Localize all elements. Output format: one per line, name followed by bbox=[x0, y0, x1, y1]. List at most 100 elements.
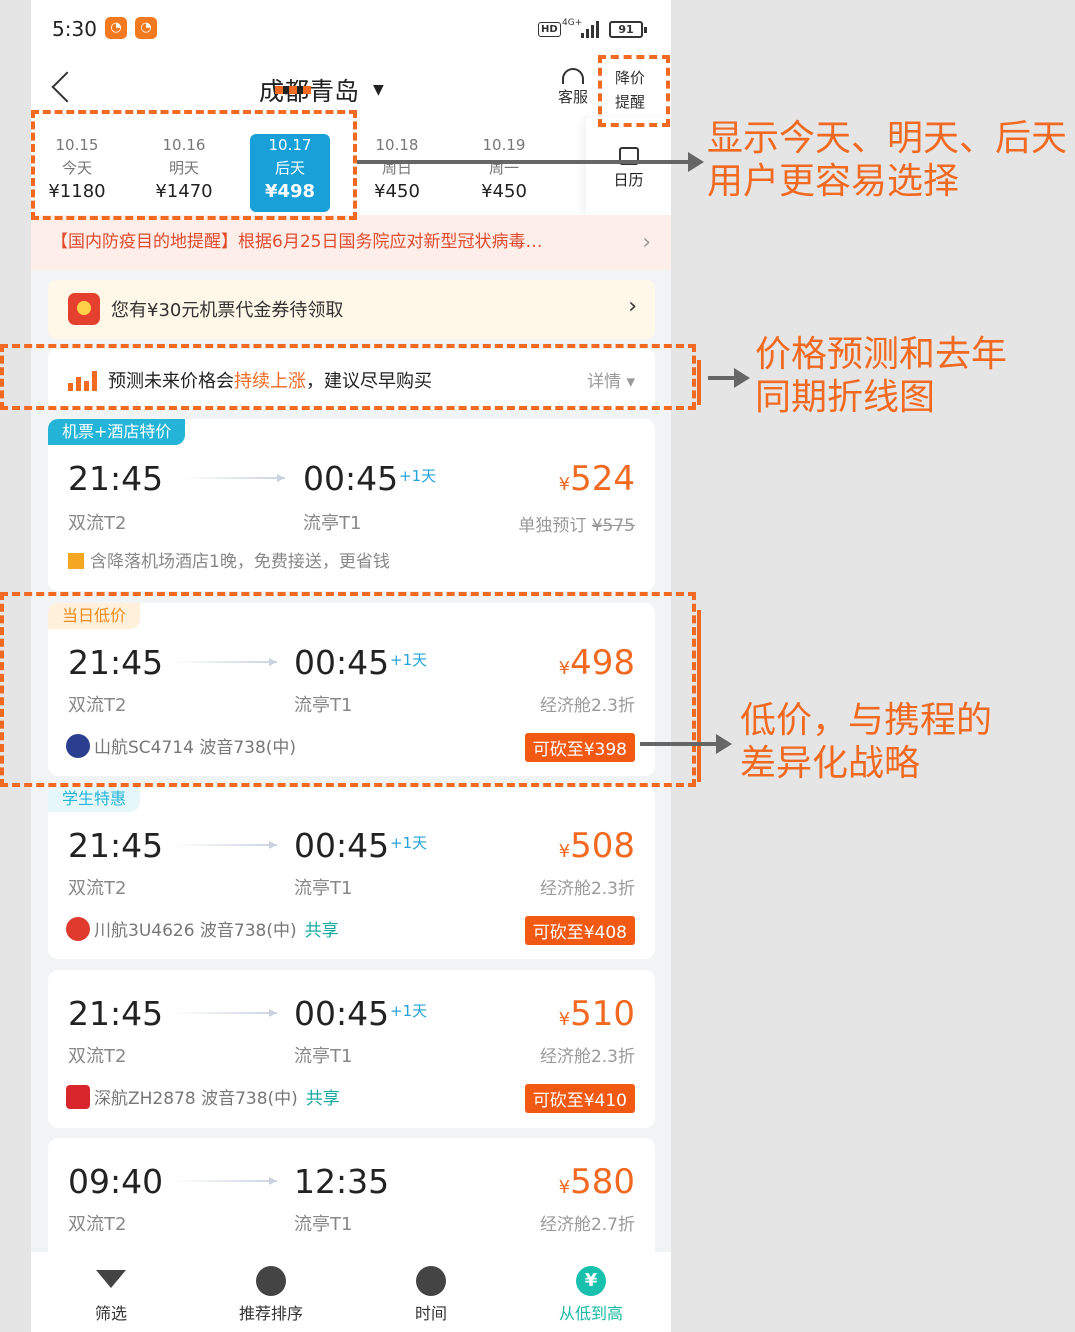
price-alert-label-2: 提醒 bbox=[615, 93, 646, 111]
annotation-text-dates: 显示今天、明天、后天 用户更容易选择 bbox=[707, 118, 1068, 202]
flight-price: ¥498 bbox=[558, 643, 635, 683]
date-tab-today[interactable]: 10.15 今天 ¥1180 bbox=[37, 134, 117, 212]
date-price: ¥450 bbox=[481, 181, 527, 202]
chevron-right-icon: › bbox=[642, 230, 651, 255]
coupon-banner[interactable]: 您有¥30元机票代金券待领取 › bbox=[48, 280, 655, 339]
annotation-text-prediction: 价格预测和去年 同期折线图 bbox=[755, 334, 1008, 418]
flight-arrow bbox=[173, 658, 277, 666]
route-header: 成都 青岛 ▼ 客服 降价 提醒 bbox=[31, 58, 671, 118]
route-selector[interactable]: 成都 青岛 ▼ bbox=[259, 72, 384, 108]
date-label: 10.15 bbox=[55, 136, 99, 154]
flight-card[interactable]: 学生特惠 21:45 00:45 +1天 双流T2 流亭T1 ¥508 经济舱2… bbox=[48, 786, 655, 959]
date-tab-tomorrow[interactable]: 10.16 明天 ¥1470 bbox=[144, 134, 224, 212]
detail-link[interactable]: 详情 ▾ bbox=[587, 367, 635, 392]
customer-service-button[interactable]: 客服 bbox=[556, 68, 590, 107]
filter-icon bbox=[96, 1270, 126, 1288]
flight-arrow bbox=[183, 474, 285, 482]
hd-icon: HD bbox=[538, 22, 561, 37]
arrival-time: 00:45 bbox=[303, 459, 399, 498]
departure-terminal: 双流T2 bbox=[68, 1046, 127, 1067]
back-icon[interactable] bbox=[51, 71, 83, 103]
departure-time: 21:45 bbox=[68, 826, 164, 865]
clock-icon bbox=[416, 1266, 446, 1296]
airline-info: 深航ZH2878 波音738(中) 共享 bbox=[66, 1084, 340, 1109]
flight-arrow bbox=[173, 1009, 277, 1017]
phone-screen: 5:30 ◔ ◔ HD 4G+ 91 成都 青岛 ▼ 客服 降价 提醒 10.1… bbox=[31, 0, 671, 1332]
epidemic-notice[interactable]: 【国内防疫目的地提醒】根据6月25日国务院应对新型冠状病毒… › bbox=[31, 215, 671, 270]
date-price: ¥498 bbox=[264, 181, 316, 202]
departure-terminal: 双流T2 bbox=[68, 513, 127, 534]
codeshare-label: 共享 bbox=[305, 1089, 340, 1109]
tab-time[interactable]: 时间 bbox=[381, 1266, 481, 1324]
date-label: 10.17 bbox=[268, 136, 312, 154]
cabin-discount: 经济舱2.3折 bbox=[539, 696, 635, 716]
annotation-bracket bbox=[697, 360, 701, 405]
annotation-bracket bbox=[697, 610, 701, 782]
arrival-terminal: 流亭T1 bbox=[294, 1046, 353, 1067]
flight-arrow bbox=[173, 1177, 277, 1185]
flight-price: ¥510 bbox=[558, 994, 635, 1034]
origin-city: 成都 bbox=[259, 77, 310, 106]
trend-chart-icon bbox=[68, 367, 97, 391]
prediction-text: 预测未来价格会持续上涨，建议尽早购买 bbox=[108, 371, 432, 392]
calendar-button[interactable]: 日历 bbox=[586, 118, 671, 215]
bottom-tab-bar: 筛选 推荐排序 时间 ¥ 从低到高 bbox=[31, 1252, 671, 1332]
arrival-time: 00:45 bbox=[294, 826, 390, 865]
tab-price-low-to-high[interactable]: ¥ 从低到高 bbox=[541, 1266, 641, 1324]
original-price: ¥575 bbox=[591, 516, 635, 536]
cabin-discount: 经济舱2.7折 bbox=[539, 1215, 635, 1235]
flight-card[interactable]: 09:40 12:35 双流T2 流亭T1 ¥580 经济舱2.7折 bbox=[48, 1138, 655, 1268]
arrival-terminal: 流亭T1 bbox=[303, 513, 362, 534]
flight-card[interactable]: 机票+酒店特价 21:45 00:45 +1天 双流T2 流亭T1 ¥524 单… bbox=[48, 419, 655, 591]
annotation-arrow bbox=[640, 734, 732, 754]
arrival-terminal: 流亭T1 bbox=[294, 878, 353, 899]
date-tab-monday[interactable]: 10.19 周一 ¥450 bbox=[464, 134, 544, 212]
departure-time: 21:45 bbox=[68, 643, 164, 682]
notice-text: 【国内防疫目的地提醒】根据6月25日国务院应对新型冠状病毒… bbox=[51, 232, 543, 252]
flight-card[interactable]: 21:45 00:45 +1天 双流T2 流亭T1 ¥510 经济舱2.3折 深… bbox=[48, 970, 655, 1128]
tab-label: 筛选 bbox=[94, 1304, 127, 1323]
flight-arrow bbox=[173, 841, 277, 849]
caret-down-icon: ▼ bbox=[373, 82, 384, 98]
departure-time: 21:45 bbox=[68, 459, 164, 498]
bargain-button[interactable]: 可砍至¥410 bbox=[524, 1084, 635, 1113]
shandong-airlines-logo-icon bbox=[66, 733, 90, 758]
hotel-note: 含降落机场酒店1晚，免费接送，更省钱 bbox=[68, 547, 390, 572]
calendar-label: 日历 bbox=[613, 171, 644, 189]
flight-card[interactable]: 当日低价 21:45 00:45 +1天 双流T2 流亭T1 ¥498 经济舱2… bbox=[48, 603, 655, 776]
flight-price: ¥508 bbox=[558, 826, 635, 866]
arrival-time: 12:35 bbox=[294, 1162, 390, 1201]
bargain-button[interactable]: 可砍至¥398 bbox=[524, 733, 635, 762]
yuan-icon: ¥ bbox=[576, 1266, 606, 1296]
price-alert-label-1: 降价 bbox=[615, 69, 646, 87]
airline-info: 川航3U4626 波音738(中) 共享 bbox=[66, 916, 339, 941]
day-label: 明天 bbox=[168, 159, 199, 177]
annotation-text-lowprice: 低价，与携程的 差异化战略 bbox=[740, 700, 993, 784]
annotation-arrow bbox=[357, 152, 704, 172]
bargain-button[interactable]: 可砍至¥408 bbox=[524, 916, 635, 945]
flight-price: ¥580 bbox=[558, 1162, 635, 1202]
annotation-arrow bbox=[708, 368, 750, 388]
date-price: ¥450 bbox=[374, 181, 420, 202]
codeshare-label: 共享 bbox=[304, 921, 339, 941]
hotel-icon bbox=[68, 553, 84, 569]
price-prediction-bar[interactable]: 预测未来价格会持续上涨，建议尽早购买 详情 ▾ bbox=[48, 349, 655, 409]
tab-filter[interactable]: 筛选 bbox=[61, 1266, 161, 1324]
price-alert-button[interactable]: 降价 提醒 bbox=[615, 66, 645, 114]
arrival-terminal: 流亭T1 bbox=[294, 695, 353, 716]
departure-time: 09:40 bbox=[68, 1162, 164, 1201]
tab-label: 时间 bbox=[414, 1304, 447, 1323]
status-bar: 5:30 ◔ ◔ HD 4G+ 91 bbox=[31, 0, 671, 58]
date-label: 10.16 bbox=[162, 136, 206, 154]
next-day-label: +1天 bbox=[399, 467, 437, 485]
date-strip: 10.15 今天 ¥1180 10.16 明天 ¥1470 10.17 后天 ¥… bbox=[31, 118, 671, 215]
headset-icon bbox=[562, 68, 584, 84]
tab-recommend-sort[interactable]: 推荐排序 bbox=[221, 1266, 321, 1324]
tab-label: 从低到高 bbox=[558, 1304, 623, 1323]
date-tab-selected[interactable]: 10.17 后天 ¥498 bbox=[250, 134, 330, 212]
next-day-label: +1天 bbox=[390, 1002, 428, 1020]
price-note: 单独预订 ¥575 bbox=[518, 516, 635, 536]
app-notification-icon: ◔ bbox=[105, 17, 127, 39]
battery-icon: 91 bbox=[609, 21, 647, 38]
date-tab-sunday[interactable]: 10.18 周日 ¥450 bbox=[357, 134, 437, 212]
